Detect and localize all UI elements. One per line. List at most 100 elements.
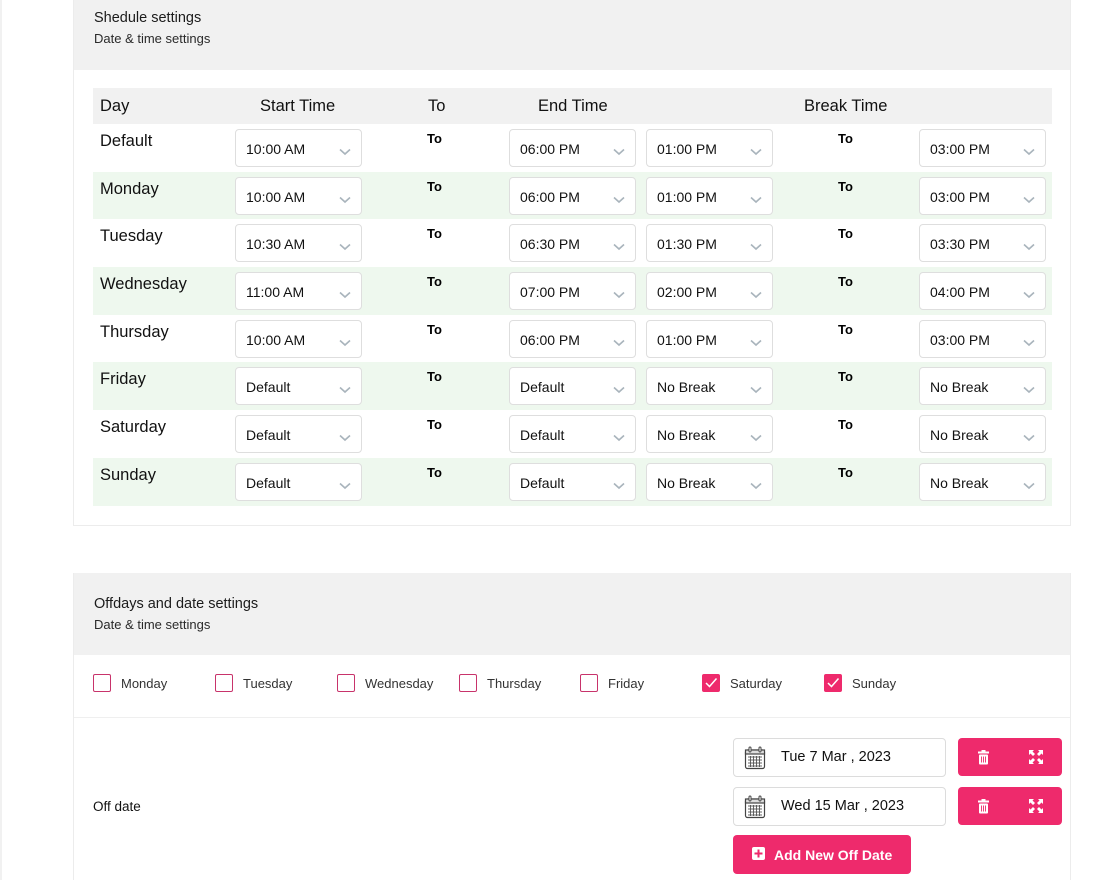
break-end-select[interactable]: 04:00 PM: [919, 272, 1046, 311]
add-new-off-date-button[interactable]: Add New Off Date: [733, 835, 911, 874]
end-time-select[interactable]: Default: [509, 462, 636, 501]
break-end-select[interactable]: No Break: [919, 367, 1046, 406]
end-time-select[interactable]: 06:00 PM: [509, 129, 636, 167]
checkbox[interactable]: [93, 674, 111, 692]
start-time-select-value: 10:00 AM: [246, 188, 306, 205]
start-time-select[interactable]: 10:00 AM: [235, 129, 362, 167]
checkbox[interactable]: [337, 674, 355, 692]
break-end-select[interactable]: 03:00 PM: [919, 129, 1046, 167]
break-start-select[interactable]: 02:00 PM: [646, 272, 773, 311]
end-time-select-value: Default: [520, 379, 565, 396]
to-label: To: [427, 131, 442, 146]
chevron-down-icon: [1023, 381, 1035, 394]
checkbox[interactable]: [580, 674, 598, 692]
delete-off-date-button[interactable]: [958, 787, 1010, 825]
chevron-down-icon: [1023, 477, 1035, 489]
break-start-select-value: 01:00 PM: [657, 141, 717, 157]
section-divider: [74, 717, 1070, 718]
offday-checkbox-wednesday[interactable]: Wednesday: [337, 673, 433, 693]
break-end-select-value: 03:30 PM: [930, 236, 990, 253]
schedule-row: Saturday Default To Default No Break To …: [93, 410, 1052, 458]
start-time-select-value: Default: [246, 427, 291, 444]
to-label: To: [838, 131, 853, 146]
chevron-down-icon: [339, 286, 351, 299]
offday-checkbox-sunday[interactable]: Sunday: [824, 673, 896, 693]
break-end-select[interactable]: No Break: [919, 462, 1046, 501]
off-date-input[interactable]: Wed 15 Mar , 2023: [733, 787, 946, 826]
to-label: To: [427, 178, 442, 194]
delete-off-date-button[interactable]: [958, 738, 1010, 776]
start-time-select[interactable]: Default: [235, 462, 362, 501]
page-left-border: [0, 0, 2, 880]
end-time-select[interactable]: Default: [509, 415, 636, 454]
offday-checkbox-saturday[interactable]: Saturday: [702, 673, 782, 693]
chevron-down-icon: [1023, 143, 1035, 156]
offday-checkbox-tuesday[interactable]: Tuesday: [215, 673, 292, 693]
break-start-select[interactable]: No Break: [646, 415, 773, 454]
break-end-select-value: 04:00 PM: [930, 284, 990, 301]
checkbox[interactable]: [215, 674, 233, 692]
break-start-select[interactable]: 01:00 PM: [646, 176, 773, 215]
start-time-select[interactable]: 10:30 AM: [235, 224, 362, 263]
break-start-select-value: No Break: [657, 474, 716, 491]
chevron-down-icon: [750, 334, 762, 346]
end-time-select[interactable]: 06:00 PM: [509, 176, 636, 215]
break-start-select-value: No Break: [657, 379, 716, 396]
break-end-select[interactable]: No Break: [919, 415, 1046, 454]
break-end-select[interactable]: 03:00 PM: [919, 176, 1046, 215]
start-time-select-value: 10:30 AM: [246, 236, 306, 253]
break-start-select[interactable]: 01:30 PM: [646, 224, 773, 263]
offday-checkbox-monday[interactable]: Monday: [93, 673, 167, 693]
break-end-select[interactable]: 03:00 PM: [919, 319, 1046, 358]
checkbox[interactable]: [459, 674, 477, 692]
schedule-settings-title: Shedule settings: [94, 10, 202, 26]
expand-off-date-button[interactable]: [1010, 738, 1062, 776]
day-name: Default: [100, 132, 153, 150]
start-time-select[interactable]: Default: [235, 367, 362, 406]
start-time-select[interactable]: 10:00 AM: [235, 176, 362, 215]
offday-checkbox-thursday[interactable]: Thursday: [459, 673, 541, 693]
checkbox-label: Sunday: [852, 675, 897, 691]
break-end-select-value: No Break: [930, 427, 989, 444]
day-name: Friday: [100, 370, 146, 389]
to-label: To: [427, 464, 442, 480]
end-time-select-value: 07:00 PM: [520, 284, 580, 301]
end-time-select-value: Default: [520, 474, 565, 491]
start-time-select[interactable]: Default: [235, 415, 362, 454]
end-time-select[interactable]: 06:30 PM: [509, 224, 636, 263]
break-start-select[interactable]: 01:00 PM: [646, 319, 773, 358]
calendar-icon[interactable]: [744, 746, 766, 775]
start-time-select[interactable]: 11:00 AM: [235, 272, 362, 311]
to-label: To: [427, 274, 442, 290]
start-time-select-value: Default: [246, 474, 291, 491]
end-time-select-value: Default: [520, 427, 565, 444]
chevron-down-icon: [339, 477, 351, 489]
to-label: To: [838, 464, 853, 480]
chevron-down-icon: [750, 238, 762, 251]
checkbox-label: Wednesday: [365, 675, 434, 691]
chevron-down-icon: [750, 143, 762, 156]
calendar-icon[interactable]: [744, 795, 766, 824]
offday-checkbox-friday[interactable]: Friday: [580, 673, 644, 693]
checkbox-label: Friday: [608, 675, 645, 691]
checkbox[interactable]: [702, 674, 720, 692]
day-name: Monday: [100, 179, 159, 198]
end-time-select[interactable]: 07:00 PM: [509, 272, 636, 311]
expand-off-date-button[interactable]: [1010, 787, 1062, 825]
to-label: To: [427, 369, 442, 385]
chevron-down-icon: [339, 381, 351, 394]
schedule-table-body: Default 10:00 AM To 06:00 PM 01:00 PM To…: [93, 124, 1052, 506]
checkbox[interactable]: [824, 674, 842, 692]
to-label: To: [427, 321, 442, 337]
break-start-select[interactable]: 01:00 PM: [646, 129, 773, 167]
break-end-select[interactable]: 03:30 PM: [919, 224, 1046, 263]
offdays-settings-subtitle: Date & time settings: [94, 617, 211, 632]
start-time-select[interactable]: 10:00 AM: [235, 319, 362, 358]
schedule-settings-card: Shedule settings Date & time settings Da…: [73, 0, 1071, 526]
off-date-input[interactable]: Tue 7 Mar , 2023: [733, 738, 946, 777]
end-time-select[interactable]: 06:00 PM: [509, 319, 636, 358]
chevron-down-icon: [613, 143, 625, 156]
break-start-select[interactable]: No Break: [646, 367, 773, 406]
break-start-select[interactable]: No Break: [646, 462, 773, 501]
end-time-select[interactable]: Default: [509, 367, 636, 406]
